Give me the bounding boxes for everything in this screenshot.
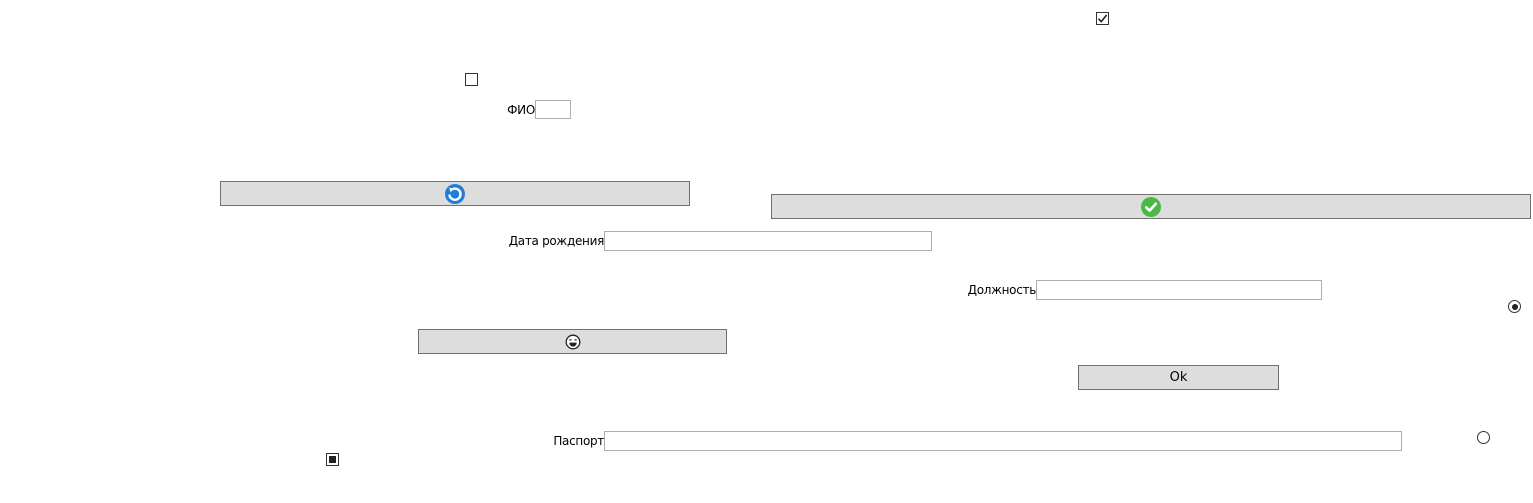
radio-upper[interactable] (1508, 300, 1521, 313)
ok-button[interactable]: Ok (1078, 365, 1279, 390)
birth-date-field[interactable] (604, 231, 932, 251)
passport-field[interactable] (604, 431, 1402, 451)
radio-dot (1511, 303, 1518, 310)
checkmark-icon (1097, 14, 1108, 23)
birth-date-label: Дата рождения (508, 234, 605, 248)
confirm-button[interactable] (771, 194, 1531, 219)
fio-field[interactable] (535, 100, 571, 119)
refresh-button[interactable] (220, 181, 690, 206)
position-label: Должность (967, 283, 1037, 297)
checkbox-left[interactable] (465, 73, 478, 86)
passport-label: Паспорт (553, 434, 604, 448)
emoji-button[interactable] (418, 329, 727, 354)
checkbox-bottom[interactable] (326, 453, 339, 466)
laughing-face-icon (565, 334, 580, 349)
refresh-icon (445, 183, 465, 204)
check-circle-icon (1141, 196, 1161, 217)
checkbox-top[interactable] (1096, 12, 1109, 25)
position-field[interactable] (1036, 280, 1322, 300)
radio-lower[interactable] (1477, 431, 1490, 444)
indeterminate-mark (329, 456, 336, 463)
ok-button-label: Ok (1169, 370, 1188, 385)
fio-label: ФИО (507, 103, 535, 117)
